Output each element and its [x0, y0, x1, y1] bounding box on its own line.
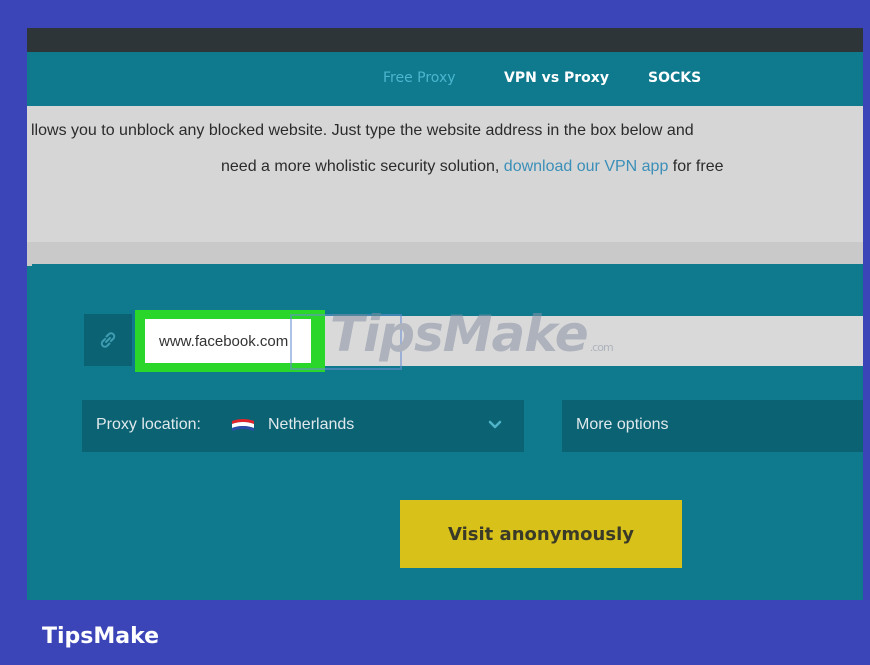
tipsmake-brand-label: TipsMake [42, 624, 160, 649]
visit-anonymously-button[interactable]: Visit anonymously [400, 500, 682, 568]
link-icon [100, 332, 116, 348]
proxy-location-value: Netherlands [268, 416, 355, 433]
browser-screenshot: Free Proxy VPN vs Proxy SOCKS llows you … [27, 28, 863, 600]
link-icon-box [84, 314, 132, 366]
proxy-form-panel: TipsMake.com Proxy location: Netherlands… [32, 264, 863, 600]
more-options-toggle[interactable]: More options [562, 400, 863, 452]
intro-text-line-1: llows you to unblock any blocked website… [31, 122, 694, 139]
intro-section: llows you to unblock any blocked website… [27, 106, 863, 266]
browser-top-bar [27, 28, 863, 52]
site-nav-bar: Free Proxy VPN vs Proxy SOCKS [27, 52, 863, 106]
more-options-label: More options [576, 416, 669, 433]
intro-text: for free [668, 158, 724, 175]
watermark-text: TipsMake .com [330, 305, 614, 363]
nav-link-vpn-vs-proxy[interactable]: VPN vs Proxy [504, 70, 609, 86]
download-vpn-link[interactable]: download our VPN app [504, 158, 669, 175]
chevron-down-icon[interactable] [488, 420, 502, 430]
intro-text: need a more wholistic security solution, [221, 158, 504, 175]
netherlands-flag-icon [232, 419, 254, 431]
url-input[interactable] [145, 319, 311, 363]
intro-shade [27, 242, 863, 266]
nav-link-free-proxy[interactable]: Free Proxy [383, 70, 456, 86]
nav-link-socks[interactable]: SOCKS [648, 70, 701, 86]
intro-text-line-2: need a more wholistic security solution,… [221, 158, 724, 176]
proxy-location-label: Proxy location: [96, 416, 201, 433]
proxy-location-select[interactable]: Proxy location: Netherlands [82, 400, 524, 452]
watermark: TipsMake .com [290, 305, 614, 378]
